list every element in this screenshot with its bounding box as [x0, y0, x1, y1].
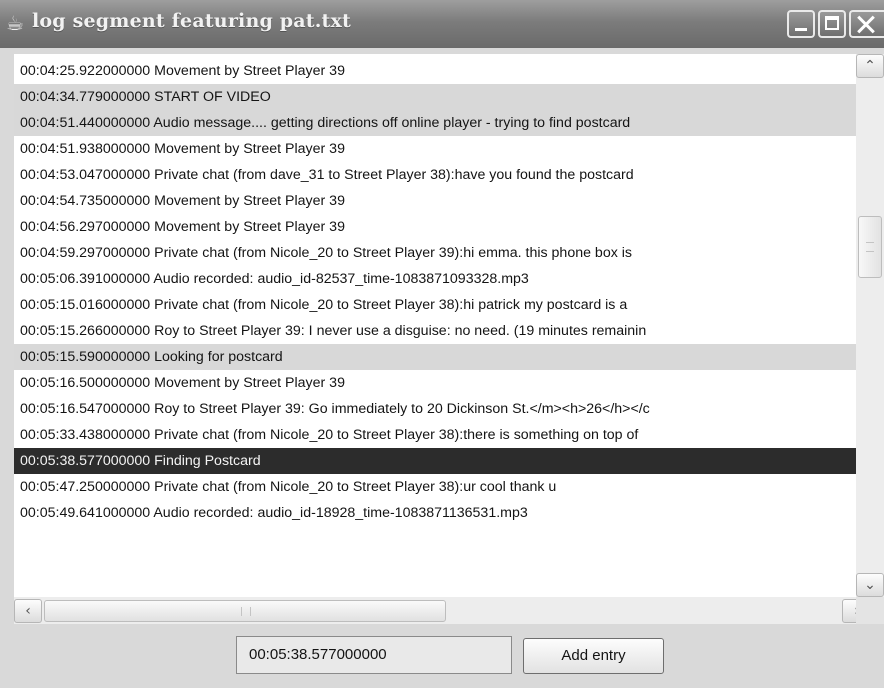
log-row[interactable]: 00:05:15.016000000 Private chat (from Ni…: [14, 292, 856, 318]
chevron-down-icon: ⌄: [864, 577, 876, 593]
maximize-icon: [820, 12, 844, 36]
minimize-icon: [789, 12, 813, 36]
add-entry-button[interactable]: Add entry: [523, 638, 664, 674]
chevron-up-icon: ⌃: [864, 58, 876, 74]
scroll-up-button[interactable]: ⌃: [856, 54, 884, 78]
log-row[interactable]: 00:04:59.297000000 Private chat (from Ni…: [14, 240, 856, 266]
maximize-button[interactable]: [818, 10, 846, 38]
vertical-scrollbar[interactable]: ⌃ ⌄: [856, 54, 884, 597]
log-row[interactable]: 00:05:15.266000000 Roy to Street Player …: [14, 318, 856, 344]
scroll-down-button[interactable]: ⌄: [856, 573, 884, 597]
time-input[interactable]: 00:05:38.577000000: [236, 636, 512, 674]
minimize-button[interactable]: [787, 10, 815, 38]
vertical-scroll-thumb[interactable]: [858, 216, 882, 278]
grip-icon: [866, 242, 874, 252]
log-row[interactable]: 00:04:51.938000000 Movement by Street Pl…: [14, 136, 856, 162]
app-window: ☕ log segment featuring pat.txt 00:04:25…: [0, 0, 884, 688]
scroll-left-button[interactable]: ‹: [14, 599, 42, 623]
log-row[interactable]: 00:04:56.297000000 Movement by Street Pl…: [14, 214, 856, 240]
window-title: log segment featuring pat.txt: [32, 10, 352, 32]
close-button[interactable]: [849, 10, 884, 38]
log-row[interactable]: 00:04:25.922000000 Movement by Street Pl…: [14, 58, 856, 84]
log-row[interactable]: 00:05:49.641000000 Audio recorded: audio…: [14, 500, 856, 526]
log-row[interactable]: 00:05:15.590000000 Looking for postcard: [14, 344, 856, 370]
close-icon: [851, 12, 884, 36]
log-row[interactable]: 00:04:54.735000000 Movement by Street Pl…: [14, 188, 856, 214]
log-row[interactable]: 00:05:16.547000000 Roy to Street Player …: [14, 396, 856, 422]
log-list-pane: 00:04:25.922000000 Movement by Street Pl…: [14, 54, 884, 624]
horizontal-scrollbar[interactable]: ‹ ›: [14, 597, 884, 624]
log-row[interactable]: 00:04:51.440000000 Audio message.... get…: [14, 110, 856, 136]
title-bar[interactable]: ☕ log segment featuring pat.txt: [0, 0, 884, 48]
java-cup-icon: ☕: [6, 11, 24, 35]
chevron-left-icon: ‹: [25, 603, 31, 619]
log-row[interactable]: 00:05:16.500000000 Movement by Street Pl…: [14, 370, 856, 396]
log-row[interactable]: 00:05:06.391000000 Audio recorded: audio…: [14, 266, 856, 292]
scroll-corner: [856, 597, 884, 624]
grip-icon: [241, 607, 251, 616]
log-list[interactable]: 00:04:25.922000000 Movement by Street Pl…: [14, 54, 856, 597]
log-row[interactable]: 00:05:33.438000000 Private chat (from Ni…: [14, 422, 856, 448]
horizontal-scroll-thumb[interactable]: [44, 600, 446, 622]
log-row[interactable]: 00:04:53.047000000 Private chat (from da…: [14, 162, 856, 188]
log-row[interactable]: 00:05:47.250000000 Private chat (from Ni…: [14, 474, 856, 500]
log-row[interactable]: 00:05:38.577000000 Finding Postcard: [14, 448, 856, 474]
log-row[interactable]: 00:04:34.779000000 START OF VIDEO: [14, 84, 856, 110]
